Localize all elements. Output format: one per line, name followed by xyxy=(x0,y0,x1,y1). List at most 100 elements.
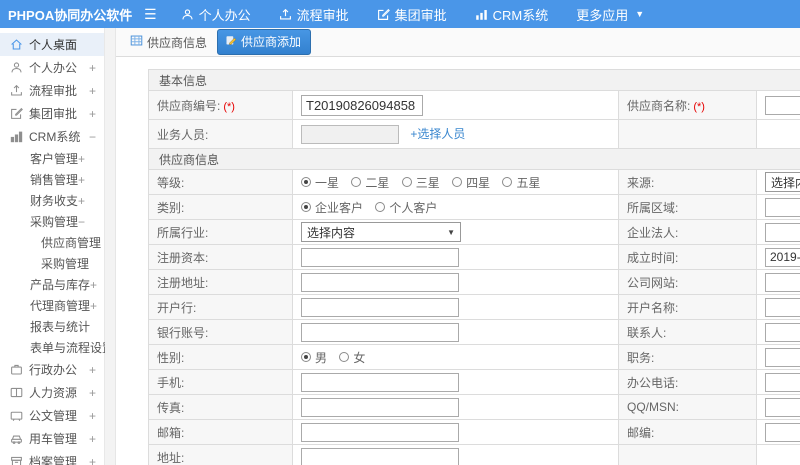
archive-icon xyxy=(9,455,23,465)
collapse-minus-icon[interactable]: − xyxy=(89,130,96,144)
sidebar-item-personal-office[interactable]: 个人办公 + xyxy=(0,56,104,79)
expand-plus-icon[interactable]: + xyxy=(78,173,85,187)
industry-select[interactable]: 选择内容 ▼ xyxy=(301,222,461,242)
radio-icon xyxy=(401,177,412,187)
expand-plus-icon[interactable]: + xyxy=(78,152,85,166)
label-account-name: 开户名称: xyxy=(618,294,757,320)
top-navbar: PHPOA协同办公软件 ☰ 个人办公 流程审批 集团审批 CRM系统 更多应用 … xyxy=(0,0,800,28)
sidebar-item-product-inventory[interactable]: 产品与库存 + xyxy=(0,274,104,295)
sidebar-item-admin-office[interactable]: 行政办公 + xyxy=(0,358,104,381)
sidebar-splitter[interactable] xyxy=(105,28,116,465)
label-address: 地址: xyxy=(148,444,293,465)
nav-item-group-approval[interactable]: 集团审批 xyxy=(377,5,447,24)
bank-input[interactable] xyxy=(301,297,459,317)
tab-supplier-add[interactable]: 供应商添加 xyxy=(217,29,312,55)
nav-item-crm-system[interactable]: CRM系统 xyxy=(475,5,548,24)
label-reg-capital: 注册资本: xyxy=(148,244,293,270)
menu-toggle-icon[interactable]: ☰ xyxy=(144,0,157,28)
sidebar-item-reports-stats[interactable]: 报表与统计 xyxy=(0,316,104,337)
sidebar-item-personal-desktop[interactable]: 个人桌面 xyxy=(0,33,104,56)
tab-supplier-info[interactable]: 供应商信息 xyxy=(130,34,207,51)
expand-plus-icon[interactable]: + xyxy=(90,299,97,313)
radio-enterprise-customer[interactable]: 企业客户 xyxy=(301,199,363,216)
radio-icon xyxy=(351,177,362,187)
nav-item-more-apps[interactable]: 更多应用 ▼ xyxy=(576,5,644,24)
radio-level-4star[interactable]: 四星 xyxy=(452,174,490,191)
source-select[interactable]: 选择内容▼ xyxy=(765,172,800,192)
label-business-staff: 业务人员: xyxy=(148,119,293,149)
sidebar-item-vehicle-mgmt[interactable]: 用车管理 + xyxy=(0,427,104,450)
radio-gender-female[interactable]: 女 xyxy=(339,349,365,366)
radio-individual-customer[interactable]: 个人客户 xyxy=(375,199,437,216)
sidebar-item-purchasing[interactable]: 采购管理 xyxy=(0,253,104,274)
radio-icon xyxy=(375,202,386,212)
expand-plus-icon[interactable]: + xyxy=(89,455,96,465)
radio-level-1star[interactable]: 一星 xyxy=(301,174,339,191)
business-staff-input[interactable] xyxy=(301,124,399,144)
address-input[interactable] xyxy=(301,447,459,465)
expand-plus-icon[interactable]: + xyxy=(89,61,96,75)
label-email: 邮箱: xyxy=(148,419,293,445)
id-card-icon xyxy=(9,386,23,400)
expand-plus-icon[interactable]: + xyxy=(89,386,96,400)
website-input[interactable] xyxy=(765,272,800,292)
zipcode-input[interactable] xyxy=(765,422,800,442)
mobile-input[interactable] xyxy=(301,372,459,392)
radio-level-3star[interactable]: 三星 xyxy=(401,174,440,191)
radio-gender-male[interactable]: 男 xyxy=(301,349,327,366)
expand-plus-icon[interactable]: + xyxy=(89,409,96,423)
sidebar-item-purchase-mgmt[interactable]: 采购管理 − xyxy=(0,211,104,232)
expand-plus-icon[interactable]: + xyxy=(78,194,85,208)
expand-plus-icon[interactable]: + xyxy=(89,363,96,377)
label-establish-date: 成立时间: xyxy=(618,244,757,270)
collapse-minus-icon[interactable]: − xyxy=(78,215,85,229)
nav-item-workflow-approval[interactable]: 流程审批 xyxy=(279,5,349,24)
sidebar-item-supplier-mgmt[interactable]: 供应商管理 xyxy=(0,232,104,253)
sidebar-item-sales-mgmt[interactable]: 销售管理 + xyxy=(0,169,104,190)
radio-level-2star[interactable]: 二星 xyxy=(351,174,389,191)
position-input[interactable] xyxy=(765,347,800,367)
empty-label-cell xyxy=(618,119,757,149)
qq-msn-input[interactable] xyxy=(765,397,800,417)
contact-input[interactable] xyxy=(765,322,800,342)
reg-address-input[interactable] xyxy=(301,272,459,292)
legal-person-input[interactable] xyxy=(765,222,800,242)
expand-plus-icon[interactable]: + xyxy=(89,432,96,446)
radio-level-5star[interactable]: 五星 xyxy=(502,174,540,191)
sidebar-item-finance[interactable]: 财务收支 + xyxy=(0,190,104,211)
expand-plus-icon[interactable]: + xyxy=(89,107,96,121)
bank-account-input[interactable] xyxy=(301,322,459,342)
level-radio-group: 一星 二星 三星 四星 五星 xyxy=(292,169,619,195)
select-staff-link[interactable]: +选择人员 xyxy=(410,127,465,141)
radio-icon xyxy=(502,177,513,187)
nav-item-personal-office[interactable]: 个人办公 xyxy=(181,5,251,24)
pencil-icon xyxy=(225,34,237,49)
bar-chart-icon xyxy=(9,130,23,144)
label-region: 所属区域: xyxy=(618,194,757,220)
sidebar-item-workflow-approval[interactable]: 流程审批 + xyxy=(0,79,104,102)
account-name-input[interactable] xyxy=(765,297,800,317)
empty-label-cell xyxy=(618,444,757,465)
supplier-no-input[interactable] xyxy=(301,94,423,116)
sidebar-item-agent-mgmt[interactable]: 代理商管理 + xyxy=(0,295,104,316)
supplier-name-input[interactable] xyxy=(765,95,800,115)
sidebar-item-group-approval[interactable]: 集团审批 + xyxy=(0,102,104,125)
expand-plus-icon[interactable]: + xyxy=(90,278,97,292)
establish-date-input[interactable] xyxy=(765,247,800,267)
sidebar-item-archive-mgmt[interactable]: 档案管理 + xyxy=(0,450,104,465)
region-input[interactable] xyxy=(765,197,800,217)
caret-down-icon: ▼ xyxy=(447,227,455,237)
email-input[interactable] xyxy=(301,422,459,442)
fax-input[interactable] xyxy=(301,397,459,417)
label-bank-account: 银行账号: xyxy=(148,319,293,345)
reg-capital-input[interactable] xyxy=(301,247,459,267)
sidebar-item-human-resources[interactable]: 人力资源 + xyxy=(0,381,104,404)
expand-plus-icon[interactable]: + xyxy=(89,84,96,98)
sidebar-item-document-mgmt[interactable]: 公文管理 + xyxy=(0,404,104,427)
edit-square-icon xyxy=(9,107,23,121)
sidebar-item-crm-system[interactable]: CRM系统 − xyxy=(0,125,104,148)
sidebar-item-form-flow-settings[interactable]: 表单与流程设置 + xyxy=(0,337,121,358)
sidebar-item-customer-mgmt[interactable]: 客户管理 + xyxy=(0,148,104,169)
office-phone-input[interactable] xyxy=(765,372,800,392)
label-source: 来源: xyxy=(618,169,757,195)
